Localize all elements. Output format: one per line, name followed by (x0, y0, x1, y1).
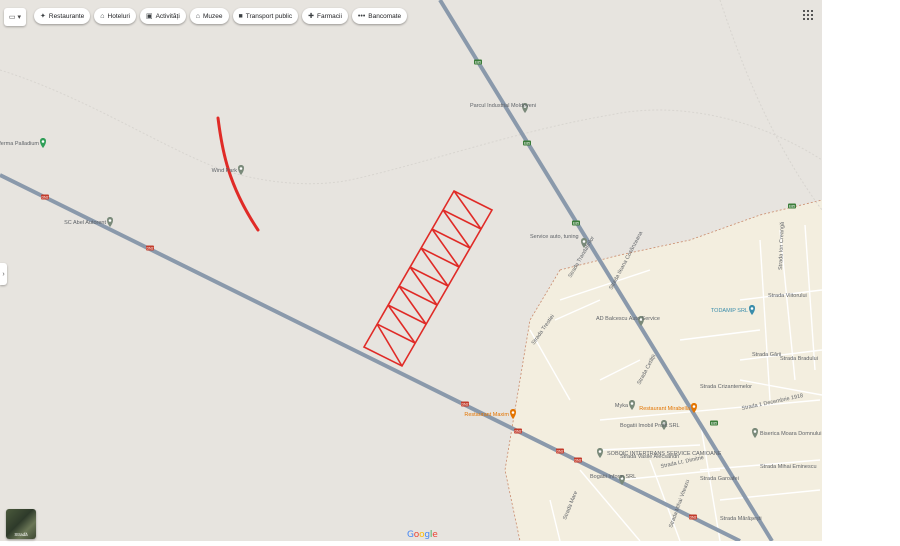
chip-transport-public[interactable]: ■ Transport public (232, 8, 299, 24)
apps-grid-icon[interactable] (803, 10, 813, 20)
street-label: Strada Viitorului (768, 293, 807, 299)
museum-icon: ⌂ (195, 12, 200, 20)
chip-activități[interactable]: ▣ Activități (139, 8, 186, 24)
bus-icon: ■ (238, 12, 243, 20)
chip-restaurante[interactable]: ✦ Restaurante (34, 8, 91, 24)
svg-text:DN2: DN2 (146, 246, 153, 250)
route-badge: DN2 (574, 457, 582, 463)
street-label: Strada Crizantemelor (700, 384, 752, 390)
pharmacy-icon: ✚ (308, 13, 314, 20)
chip-label: Activități (155, 12, 180, 20)
svg-text:E85: E85 (711, 421, 717, 425)
chip-label: Hoteluri (107, 12, 130, 20)
chip-label: Transport public (245, 12, 293, 20)
route-badge: DN2 (461, 401, 469, 407)
street-label: Strada Mihai Eminescu (760, 464, 817, 470)
google-logo: Google (407, 530, 438, 540)
route-badge: DN2 (514, 428, 522, 434)
route-badge: E85 (788, 203, 796, 209)
street-label: Strada Vasile Alecsandri (620, 454, 679, 460)
map-canvas[interactable]: DN2 DN2 DN2 DN2 DN2 DN2 DN2 E85 E85 E85 E85 E85 Par… (0, 0, 851, 543)
svg-text:DN2: DN2 (689, 515, 696, 519)
place-label[interactable]: TODAMIP SRL (711, 308, 748, 314)
chip-farmacii[interactable]: ✚ Farmacii (302, 8, 348, 24)
route-badge: DN2 (689, 514, 697, 520)
place-label[interactable]: Bogatii Imobil Profit SRL (620, 423, 680, 429)
layers-icon: ▭ (8, 14, 16, 21)
camera-icon: ▣ (145, 13, 153, 20)
route-badge: DN2 (146, 245, 154, 251)
chevron-down-icon: ▾ (17, 14, 22, 21)
svg-text:E85: E85 (573, 221, 579, 225)
chip-bancomate[interactable]: ••• Bancomate (351, 8, 408, 24)
chip-label: Bancomate (368, 12, 402, 20)
top-toolbar: ▭ ▾ ✦ Restaurante ⌂ Hoteluri ▣ Activități ⌂ Muz… (0, 8, 900, 28)
streetview-thumbnail[interactable]: Stradă (6, 509, 36, 539)
place-label[interactable]: Restaurant Maxim (464, 412, 509, 418)
svg-text:E85: E85 (524, 141, 530, 145)
route-badge: E85 (572, 220, 580, 226)
route-badge: E85 (710, 420, 718, 426)
route-badge: E85 (474, 59, 482, 65)
place-label[interactable]: Service auto, tuning (530, 234, 579, 240)
place-label[interactable]: SC Abel Autorent (64, 220, 106, 226)
svg-text:DN2: DN2 (461, 402, 468, 406)
chip-label: Farmacii (317, 12, 342, 20)
svg-text:DN2: DN2 (556, 449, 563, 453)
place-label[interactable]: Bogatii Inform SRL (590, 474, 636, 480)
category-chips: ✦ Restaurante ⌂ Hoteluri ▣ Activități ⌂ Muzee ■ T… (34, 8, 408, 24)
ellipsis-icon: ••• (357, 12, 366, 20)
route-badge: DN2 (556, 448, 564, 454)
map-svg[interactable]: DN2 DN2 DN2 DN2 DN2 DN2 DN2 E85 E85 E85 E85 E85 Par… (0, 0, 851, 543)
place-label[interactable]: Wind Park (212, 168, 238, 174)
chip-hoteluri[interactable]: ⌂ Hoteluri (94, 8, 136, 24)
chip-muzee[interactable]: ⌂ Muzee (189, 8, 229, 24)
chip-label: Muzee (203, 12, 223, 20)
svg-text:DN2: DN2 (41, 195, 48, 199)
street-label: Strada Mărășești (720, 516, 762, 522)
streetview-label: Stradă (14, 532, 28, 537)
place-label[interactable]: Biserica Moara Domnului Paraschiva (760, 431, 851, 437)
route-badge: DN2 (41, 194, 49, 200)
street-label: Strada Bradului (780, 356, 818, 362)
place-label[interactable]: AD Balcescu Auto Service (596, 316, 660, 322)
chip-label: Restaurante (48, 12, 85, 20)
svg-text:E85: E85 (789, 204, 795, 208)
bed-icon: ⌂ (100, 12, 105, 20)
chevron-right-icon: › (2, 270, 5, 278)
svg-text:DN2: DN2 (574, 458, 581, 462)
place-label[interactable]: ferma Palladium (0, 141, 39, 147)
street-label: Strada Garoafei (700, 476, 739, 482)
place-label[interactable]: Restaurant Mirabella (639, 406, 691, 412)
layers-button[interactable]: ▭ ▾ (4, 8, 26, 26)
place-label[interactable]: Myka (615, 403, 629, 409)
svg-text:E85: E85 (475, 60, 481, 64)
restaurant-icon: ✦ (40, 13, 46, 20)
route-badge: E85 (523, 140, 531, 146)
place-label[interactable]: Parcul Industrial Moldoveni (470, 103, 536, 109)
svg-text:DN2: DN2 (514, 429, 521, 433)
collapse-side-panel-button[interactable]: › (0, 263, 7, 285)
street-label: Strada Gării (752, 352, 781, 358)
